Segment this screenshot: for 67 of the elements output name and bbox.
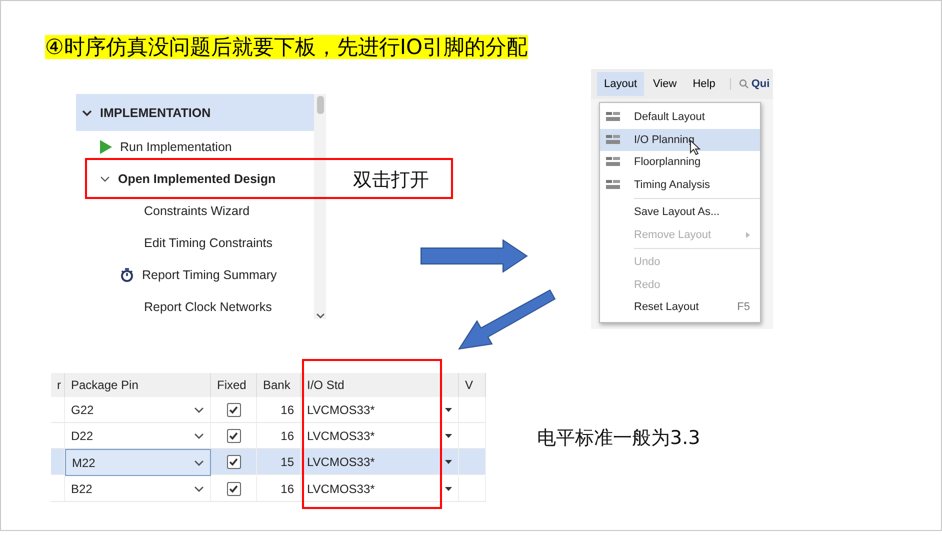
menu-entry[interactable]: Timing Analysis (600, 174, 760, 196)
arrow-icon (420, 239, 528, 273)
flow-item[interactable]: Open Implemented Design (118, 172, 276, 186)
note-text: 电平标准一般为3.3 (537, 426, 700, 451)
row-cell[interactable] (51, 449, 65, 475)
menu-entry[interactable]: Save Layout As... (600, 201, 760, 224)
io-std-dropdown[interactable]: LVCMOS33* (301, 397, 459, 423)
search-field[interactable]: Qui (730, 78, 770, 90)
layout-icon (606, 180, 620, 190)
layout-icon (606, 134, 620, 145)
menu-item[interactable]: Help (686, 72, 722, 96)
checkbox[interactable] (226, 402, 240, 416)
menu-item[interactable]: View (646, 72, 684, 96)
flow-item[interactable]: Report Clock Networks (144, 300, 272, 314)
chevron-icon (194, 432, 204, 438)
checkbox[interactable] (226, 428, 240, 442)
menu-entry[interactable]: Reset Layout F5 (600, 296, 760, 318)
search-icon (739, 79, 750, 89)
column-header[interactable]: Bank (257, 373, 301, 397)
io-std-dropdown[interactable]: LVCMOS33* (301, 476, 459, 502)
chevron-icon (194, 460, 204, 466)
table-cell: 16 (257, 476, 301, 502)
stopwatch-icon (120, 268, 134, 282)
dropdown-arrow-icon (445, 434, 452, 438)
pin-dropdown[interactable]: M22 (65, 449, 211, 476)
checkbox[interactable] (226, 482, 240, 496)
chevron-icon (194, 406, 204, 412)
scroll-down-icon[interactable] (316, 313, 324, 319)
dropdown-arrow-icon (445, 486, 452, 490)
section-header[interactable]: IMPLEMENTATION (76, 94, 314, 131)
pin-dropdown[interactable]: G22 (65, 397, 211, 423)
chevron-icon[interactable] (100, 175, 110, 183)
shortcut: F5 (737, 301, 751, 314)
layout-icon (606, 157, 620, 168)
checkbox[interactable] (226, 454, 240, 468)
dropdown-arrow-icon (445, 408, 452, 412)
scrollbar[interactable] (314, 94, 326, 319)
row-cell[interactable] (51, 397, 65, 423)
column-header[interactable]: r (51, 373, 65, 397)
flow-item[interactable]: Run Implementation (120, 140, 232, 154)
io-std-dropdown[interactable]: LVCMOS33* (301, 449, 459, 475)
flow-item[interactable]: Constraints Wizard (144, 204, 250, 218)
column-header[interactable]: I/O Std (301, 373, 459, 397)
scroll-thumb[interactable] (316, 96, 324, 114)
slide-title: ④时序仿真没问题后就要下板，先进行IO引脚的分配 (45, 35, 528, 59)
table-cell (459, 449, 486, 475)
flow-item[interactable]: Report Timing Summary (142, 268, 277, 282)
callout-text: 双击打开 (353, 168, 429, 193)
flow-item[interactable]: Edit Timing Constraints (144, 236, 273, 250)
table-cell: 16 (257, 397, 301, 423)
submenu-arrow-icon (746, 232, 750, 238)
layout-icon (606, 112, 620, 122)
table-cell (459, 397, 486, 423)
chevron-icon (194, 486, 204, 492)
chevron-icon[interactable] (82, 108, 92, 116)
column-header[interactable]: Package Pin (65, 373, 211, 397)
row-cell[interactable] (51, 476, 65, 502)
arrow-icon (458, 289, 556, 351)
column-header[interactable]: V (459, 373, 486, 397)
table-cell: 15 (257, 449, 301, 475)
menu-item[interactable]: Layout (597, 72, 644, 96)
pin-dropdown[interactable]: B22 (65, 476, 211, 502)
menu-entry[interactable]: Default Layout (600, 106, 760, 128)
menu-entry[interactable]: Floorplanning (600, 151, 760, 174)
column-header[interactable]: Fixed (211, 373, 257, 397)
play-icon (100, 140, 112, 154)
dropdown-arrow-icon (445, 460, 452, 464)
